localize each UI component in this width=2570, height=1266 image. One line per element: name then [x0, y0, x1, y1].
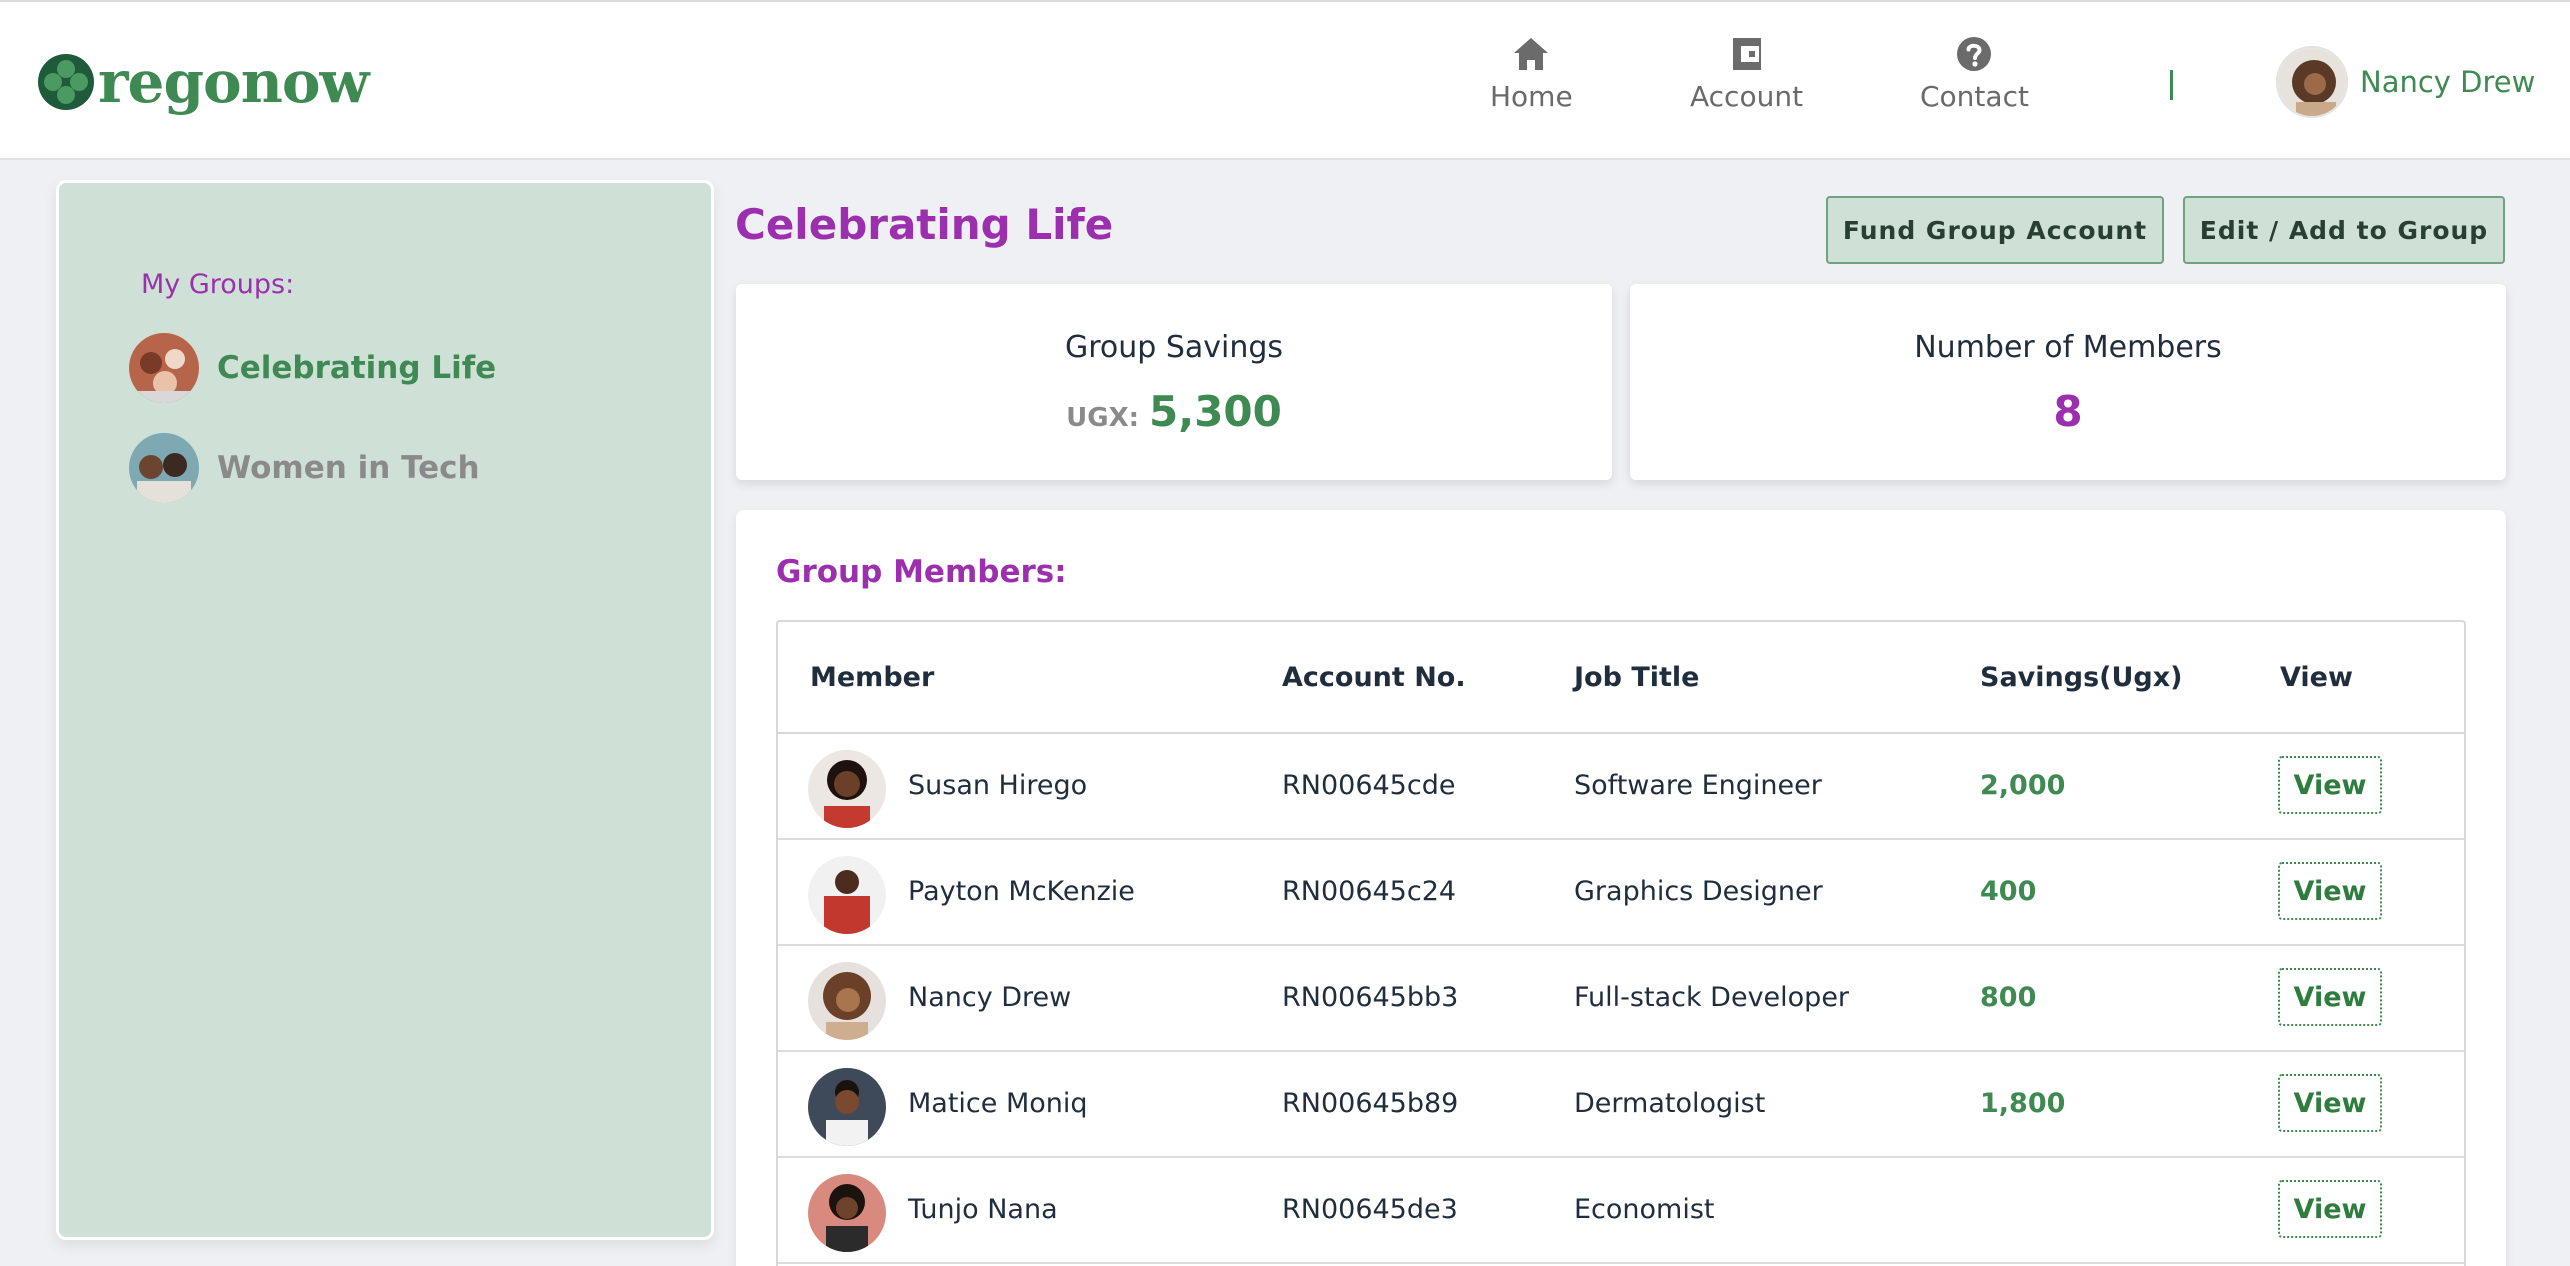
member-name: Matice Moniq: [908, 1088, 1088, 1119]
view-member-button[interactable]: View: [2278, 862, 2382, 920]
member-savings: 1,800: [1980, 1088, 2066, 1119]
nav-contact-label: Contact: [1920, 80, 2029, 113]
header-savings: Savings(Ugx): [1980, 662, 2183, 693]
page-title: Celebrating Life: [735, 200, 1114, 249]
sidebar-item-women-in-tech[interactable]: Women in Tech: [129, 433, 480, 503]
members-table: Member Account No. Job Title Savings(Ugx…: [776, 620, 2466, 1266]
header-view: View: [2280, 662, 2353, 693]
members-count-row: 8: [1630, 387, 2506, 436]
table-row: Susan Hirego RN00645cde Software Enginee…: [778, 734, 2464, 840]
sidebar-item-label: Celebrating Life: [217, 350, 497, 386]
member-savings: 2,000: [1980, 770, 2066, 801]
top-navbar: regonow Home Account Contact Nancy Drew: [0, 0, 2570, 160]
table-row: Matice Moniq RN00645b89 Dermatologist 1,…: [778, 1052, 2464, 1158]
header-member: Member: [810, 662, 935, 693]
nav-account[interactable]: Account: [1690, 34, 1803, 113]
job-title: Full-stack Developer: [1574, 982, 1850, 1013]
user-name: Nancy Drew: [2360, 65, 2536, 99]
member-avatar: [808, 962, 886, 1040]
account-number: RN00645de3: [1282, 1194, 1458, 1225]
number-of-members-title: Number of Members: [1914, 330, 2222, 365]
header-account-no: Account No.: [1282, 662, 1466, 693]
member-avatar: [808, 750, 886, 828]
savings-amount: 5,300: [1149, 387, 1282, 436]
group-savings-value: UGX: 5,300: [736, 387, 1612, 436]
fund-group-account-button[interactable]: Fund Group Account: [1826, 196, 2164, 264]
sidebar-heading: My Groups:: [141, 269, 295, 300]
account-number: RN00645c24: [1282, 876, 1457, 907]
member-name: Susan Hirego: [908, 770, 1088, 801]
header-job-title: Job Title: [1574, 662, 1700, 693]
job-title: Graphics Designer: [1574, 876, 1823, 907]
nav-home[interactable]: Home: [1490, 34, 1573, 113]
table-row: Payton McKenzie RN00645c24 Graphics Desi…: [778, 840, 2464, 946]
user-avatar: [2276, 46, 2348, 118]
wallet-icon: [1732, 38, 1761, 70]
group-savings-card: Group Savings UGX: 5,300: [736, 284, 1612, 480]
group-savings-title: Group Savings: [1064, 330, 1284, 365]
groups-sidebar: My Groups: Celebrating Life Women in Tec…: [56, 180, 714, 1240]
brand-name: regonow: [98, 48, 369, 116]
sidebar-item-celebrating-life[interactable]: Celebrating Life: [129, 333, 496, 403]
view-member-button[interactable]: View: [2278, 968, 2382, 1026]
member-avatar: [808, 1174, 886, 1252]
nav-contact[interactable]: Contact: [1920, 34, 2029, 113]
member-name: Payton McKenzie: [908, 876, 1135, 907]
group-members-heading: Group Members:: [776, 554, 1067, 590]
members-count: 8: [2053, 387, 2083, 436]
brand-logo[interactable]: regonow: [36, 48, 369, 116]
account-number: RN00645b89: [1282, 1088, 1459, 1119]
job-title: Economist: [1574, 1194, 1715, 1225]
view-member-button[interactable]: View: [2278, 1074, 2382, 1132]
job-title: Software Engineer: [1574, 770, 1822, 801]
group-avatar: [129, 333, 199, 403]
account-number: RN00645cde: [1282, 770, 1456, 801]
table-row: Tunjo Nana RN00645de3 Economist View: [778, 1158, 2464, 1264]
member-avatar: [808, 856, 886, 934]
sidebar-item-label: Women in Tech: [217, 450, 480, 486]
group-avatar: [129, 433, 199, 503]
currency-label: UGX:: [1066, 403, 1140, 433]
member-savings: 400: [1980, 876, 2037, 907]
home-icon: [1514, 38, 1549, 70]
edit-add-to-group-button[interactable]: Edit / Add to Group: [2183, 196, 2505, 264]
help-icon: [1957, 37, 1992, 71]
member-avatar: [808, 1068, 886, 1146]
nav-account-label: Account: [1690, 80, 1804, 113]
nav-home-label: Home: [1490, 80, 1573, 113]
member-name: Nancy Drew: [908, 982, 1072, 1013]
job-title: Dermatologist: [1574, 1088, 1766, 1119]
member-savings: 800: [1980, 982, 2037, 1013]
account-number: RN00645bb3: [1282, 982, 1459, 1013]
logo-mark-icon: [38, 54, 94, 110]
number-of-members-card: Number of Members 8: [1630, 284, 2506, 480]
table-row: Nancy Drew RN00645bb3 Full-stack Develop…: [778, 946, 2464, 1052]
table-header: Member Account No. Job Title Savings(Ugx…: [778, 622, 2464, 734]
view-member-button[interactable]: View: [2278, 756, 2382, 814]
nav-divider: [2170, 70, 2173, 100]
view-member-button[interactable]: View: [2278, 1180, 2382, 1238]
member-name: Tunjo Nana: [908, 1194, 1058, 1225]
user-menu[interactable]: Nancy Drew: [2276, 46, 2535, 118]
group-members-panel: Group Members: Member Account No. Job Ti…: [736, 510, 2506, 1266]
